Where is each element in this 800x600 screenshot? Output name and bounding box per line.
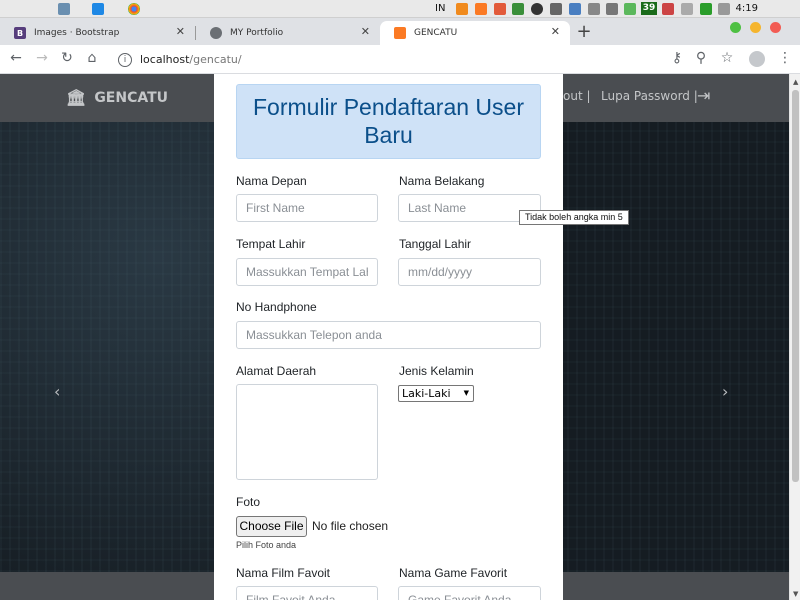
new-tab-button[interactable]: + bbox=[572, 21, 596, 43]
bootstrap-icon: B bbox=[14, 27, 26, 39]
tray-app-icon[interactable] bbox=[512, 3, 524, 15]
birthplace-input[interactable] bbox=[236, 258, 378, 286]
tab-gencatu[interactable]: GENCATU ✕ bbox=[380, 21, 570, 45]
menu-icon[interactable]: ⋮ bbox=[776, 50, 794, 66]
first-name-input[interactable] bbox=[236, 194, 378, 222]
window-minimize-button[interactable] bbox=[750, 22, 761, 33]
photo-help-text: Pilih Foto anda bbox=[236, 540, 297, 550]
carousel-next-icon[interactable]: › bbox=[722, 382, 728, 401]
validation-tooltip: Tidak boleh angka min 5 bbox=[519, 210, 629, 225]
birthdate-label: Tanggal Lahir bbox=[399, 237, 472, 251]
zoom-icon[interactable]: ⚲ bbox=[692, 50, 710, 66]
close-icon[interactable]: ✕ bbox=[176, 25, 185, 38]
tray-app-icon[interactable] bbox=[606, 3, 618, 15]
back-icon[interactable]: ← bbox=[7, 50, 25, 66]
game-input[interactable] bbox=[398, 586, 541, 600]
address-bar[interactable]: i localhost/gencatu/ bbox=[108, 48, 708, 71]
page-scrollbar[interactable]: ▲ ▼ bbox=[789, 74, 800, 600]
tray-app-icon[interactable] bbox=[531, 3, 543, 15]
game-label: Nama Game Favorit bbox=[399, 566, 508, 580]
scroll-down-icon[interactable]: ▼ bbox=[793, 590, 798, 598]
globe-icon bbox=[210, 27, 222, 39]
input-indicator[interactable]: IN bbox=[435, 3, 445, 14]
brand-text: GENCATU bbox=[94, 89, 169, 106]
os-menubar: IN 39 4:19 bbox=[0, 0, 800, 18]
film-input[interactable] bbox=[236, 586, 378, 600]
gender-label: Jenis Kelamin bbox=[399, 364, 474, 378]
reload-icon[interactable]: ↻ bbox=[58, 50, 76, 66]
tab-title: MY Portfolio bbox=[230, 28, 284, 38]
first-name-label: Nama Depan bbox=[236, 174, 307, 188]
tab-bootstrap[interactable]: B Images · Bootstrap ✕ bbox=[0, 21, 195, 45]
birthdate-input[interactable] bbox=[398, 258, 541, 286]
bank-icon: 🏛 bbox=[66, 88, 87, 107]
address-textarea[interactable] bbox=[236, 384, 378, 480]
finder-icon[interactable] bbox=[58, 3, 70, 15]
window-close-button[interactable] bbox=[770, 22, 781, 33]
vscode-icon[interactable] bbox=[92, 3, 104, 15]
home-icon[interactable]: ⌂ bbox=[83, 50, 101, 66]
birthplace-label: Tempat Lahir bbox=[236, 237, 306, 251]
info-icon[interactable]: i bbox=[118, 52, 132, 67]
phone-label: No Handphone bbox=[236, 300, 317, 314]
site-brand[interactable]: 🏛 GENCATU bbox=[66, 88, 168, 107]
modal-title: Formulir Pendaftaran User Baru bbox=[236, 84, 541, 159]
scrollbar-thumb[interactable] bbox=[792, 90, 799, 482]
chevron-down-icon: ▼ bbox=[463, 389, 469, 397]
clock[interactable]: 4:19 bbox=[736, 3, 758, 14]
key-icon[interactable]: ⚷ bbox=[668, 50, 686, 66]
gender-selected-value: Laki-Laki bbox=[402, 387, 451, 400]
page-viewport: 🏛 GENCATU out | Lupa Password | ⇥ ‹ › Fo… bbox=[0, 74, 789, 600]
photo-label: Foto bbox=[236, 495, 261, 509]
notification-badge[interactable]: 39 bbox=[641, 2, 657, 15]
nav-logout-link[interactable]: out | bbox=[563, 89, 591, 103]
chrome-icon[interactable] bbox=[128, 3, 140, 15]
tab-title: GENCATU bbox=[414, 28, 458, 38]
file-status: No file chosen bbox=[312, 519, 389, 533]
last-name-label: Nama Belakang bbox=[399, 174, 485, 188]
url-host: localhost bbox=[140, 53, 190, 66]
window-maximize-button[interactable] bbox=[730, 22, 741, 33]
volume-icon[interactable] bbox=[550, 3, 562, 15]
nav-forgot-password-link[interactable]: Lupa Password | bbox=[601, 89, 698, 103]
address-label: Alamat Daerah bbox=[236, 364, 317, 378]
star-icon[interactable]: ☆ bbox=[718, 50, 736, 66]
registration-modal: Formulir Pendaftaran User Baru Nama Depa… bbox=[214, 74, 563, 600]
browser-toolbar: ← → ↻ ⌂ i localhost/gencatu/ ⚷ ⚲ ☆ ⋮ bbox=[0, 45, 800, 74]
choose-file-button[interactable]: Choose File bbox=[236, 516, 307, 537]
sign-in-icon[interactable]: ⇥ bbox=[697, 86, 710, 105]
vlc-icon[interactable] bbox=[456, 3, 468, 15]
tray-app-icon[interactable] bbox=[662, 3, 674, 15]
tray-app-icon[interactable] bbox=[700, 3, 712, 15]
scroll-up-icon[interactable]: ▲ bbox=[793, 78, 798, 86]
xampp-icon[interactable] bbox=[475, 3, 487, 15]
tray-app-icon[interactable] bbox=[569, 3, 581, 15]
wifi-icon[interactable] bbox=[718, 3, 730, 15]
tray-app-icon[interactable] bbox=[681, 3, 693, 15]
forward-icon[interactable]: → bbox=[33, 50, 51, 66]
tab-title: Images · Bootstrap bbox=[34, 28, 120, 38]
close-icon[interactable]: ✕ bbox=[551, 25, 560, 38]
carousel-prev-icon[interactable]: ‹ bbox=[54, 382, 60, 401]
battery-icon[interactable] bbox=[588, 3, 600, 15]
tray-app-icon[interactable] bbox=[494, 3, 506, 15]
gender-select[interactable]: Laki-Laki ▼ bbox=[398, 385, 474, 402]
film-label: Nama Film Favoit bbox=[236, 566, 331, 580]
tray-app-icon[interactable] bbox=[624, 3, 636, 15]
browser-tabstrip: B Images · Bootstrap ✕ MY Portfolio ✕ GE… bbox=[0, 18, 800, 45]
tab-portfolio[interactable]: MY Portfolio ✕ bbox=[196, 21, 380, 45]
avatar[interactable] bbox=[749, 51, 765, 67]
url-path: /gencatu/ bbox=[189, 53, 242, 66]
xampp-icon bbox=[394, 27, 406, 39]
phone-input[interactable] bbox=[236, 321, 541, 349]
close-icon[interactable]: ✕ bbox=[361, 25, 370, 38]
